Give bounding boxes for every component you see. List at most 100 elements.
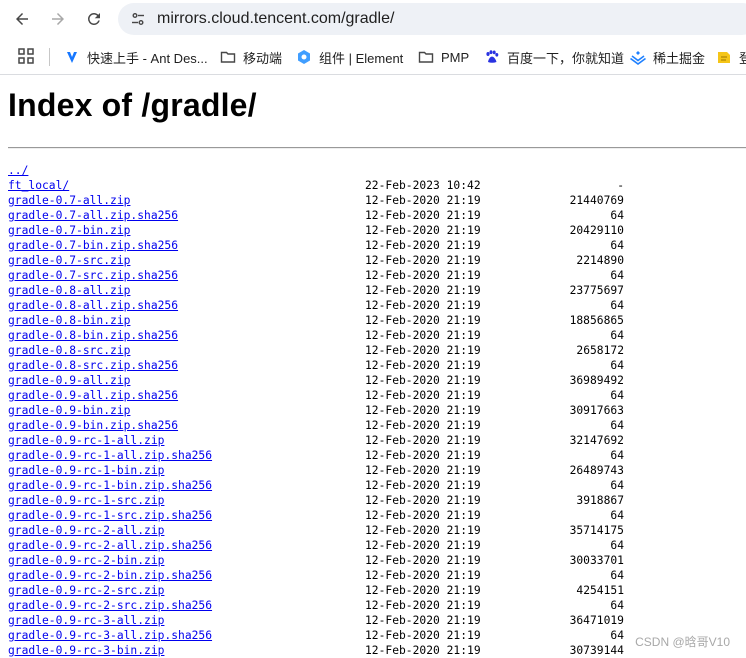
file-link[interactable]: gradle-0.9-rc-2-bin.zip.sha256 [8, 569, 212, 582]
file-size: 4254151 [576, 584, 624, 597]
file-link[interactable]: gradle-0.8-bin.zip.sha256 [8, 329, 178, 342]
bookmark-label: 组件 | Element [319, 50, 404, 66]
file-size: 64 [610, 209, 624, 222]
file-size: 64 [610, 449, 624, 462]
folder-icon [220, 49, 236, 65]
file-date: 12-Feb-2020 21:19 [365, 254, 481, 267]
file-link[interactable]: gradle-0.9-rc-3-bin.zip [8, 644, 164, 657]
file-date: 12-Feb-2020 21:19 [365, 554, 481, 567]
file-size: 18856865 [569, 314, 624, 327]
table-row: gradle-0.9-rc-1-src.zip.sha256 12-Feb-202… [8, 508, 746, 523]
file-link[interactable]: ../ [8, 164, 28, 177]
file-size: 64 [610, 359, 624, 372]
back-button[interactable] [9, 6, 35, 32]
file-link[interactable]: gradle-0.9-rc-2-all.zip.sha256 [8, 539, 212, 552]
file-link[interactable]: gradle-0.9-rc-2-all.zip [8, 524, 164, 537]
file-link[interactable]: gradle-0.9-rc-1-bin.zip [8, 464, 164, 477]
file-link[interactable]: gradle-0.9-rc-3-all.zip.sha256 [8, 629, 212, 642]
table-row: gradle-0.9-rc-2-src.zip 12-Feb-2020 21:19… [8, 583, 746, 598]
url-text: mirrors.cloud.tencent.com/gradle/ [157, 10, 394, 28]
file-link[interactable]: gradle-0.9-rc-1-src.zip [8, 494, 164, 507]
file-size: 64 [610, 569, 624, 582]
table-row: gradle-0.9-rc-2-src.zip.sha256 12-Feb-202… [8, 598, 746, 613]
table-row: gradle-0.8-all.zip 12-Feb-2020 21:19 23775… [8, 283, 746, 298]
file-link[interactable]: gradle-0.9-rc-1-bin.zip.sha256 [8, 479, 212, 492]
table-row: gradle-0.8-bin.zip.sha256 12-Feb-2020 21:… [8, 328, 746, 343]
bookmark-element[interactable]: 组件 | Element [296, 47, 403, 67]
file-link[interactable]: gradle-0.9-rc-1-all.zip.sha256 [8, 449, 212, 462]
file-link[interactable]: gradle-0.9-rc-2-src.zip [8, 584, 164, 597]
file-link[interactable]: gradle-0.7-all.zip [8, 194, 130, 207]
file-date: 12-Feb-2020 21:19 [365, 449, 481, 462]
watermark: CSDN @晗哥V10 [633, 633, 732, 650]
table-row: gradle-0.9-all.zip 12-Feb-2020 21:19 36989… [8, 373, 746, 388]
bookmark-ant-design[interactable]: 快速上手 - Ant Des... [64, 47, 208, 67]
file-date: 12-Feb-2020 21:19 [365, 584, 481, 597]
file-link[interactable]: gradle-0.7-src.zip.sha256 [8, 269, 178, 282]
arrow-right-icon [52, 13, 64, 25]
file-link[interactable]: gradle-0.8-bin.zip [8, 314, 130, 327]
file-link[interactable]: gradle-0.7-src.zip [8, 254, 130, 267]
table-row: gradle-0.7-bin.zip.sha256 12-Feb-2020 21:… [8, 238, 746, 253]
file-link[interactable]: gradle-0.9-bin.zip.sha256 [8, 419, 178, 432]
file-link[interactable]: gradle-0.9-rc-1-src.zip.sha256 [8, 509, 212, 522]
file-link[interactable]: gradle-0.9-rc-3-all.zip [8, 614, 164, 627]
file-date: 12-Feb-2020 21:19 [365, 434, 481, 447]
site-info-icon[interactable] [128, 9, 148, 29]
file-date: 12-Feb-2020 21:19 [365, 359, 481, 372]
bookmark-login[interactable]: 登 [716, 47, 746, 67]
address-bar[interactable]: mirrors.cloud.tencent.com/gradle/ [118, 3, 746, 35]
file-size: 36471019 [569, 614, 624, 627]
table-row: gradle-0.8-src.zip 12-Feb-2020 21:19 26581… [8, 343, 746, 358]
bookmarks-bar: 快速上手 - Ant Des... 移动端 组件 | Element PMP 百… [0, 40, 746, 75]
file-date: 12-Feb-2020 21:19 [365, 269, 481, 282]
table-row: gradle-0.9-bin.zip 12-Feb-2020 21:19 30917… [8, 403, 746, 418]
file-link[interactable]: gradle-0.7-bin.zip [8, 224, 130, 237]
file-size: 64 [610, 239, 624, 252]
forward-button[interactable] [45, 6, 71, 32]
file-link[interactable]: gradle-0.8-all.zip.sha256 [8, 299, 178, 312]
bookmark-baidu[interactable]: 百度一下，你就知道 [484, 47, 624, 67]
file-date: 12-Feb-2020 21:19 [365, 629, 481, 642]
file-date: 22-Feb-2023 10:42 [365, 179, 481, 192]
file-size: 35714175 [569, 524, 624, 537]
bookmark-juejin[interactable]: 稀土掘金 [630, 47, 705, 67]
file-link[interactable]: gradle-0.7-bin.zip.sha256 [8, 239, 178, 252]
file-link[interactable]: gradle-0.9-bin.zip [8, 404, 130, 417]
apps-grid-icon[interactable] [18, 48, 34, 64]
file-size: 30033701 [569, 554, 624, 567]
file-link[interactable]: gradle-0.8-src.zip [8, 344, 130, 357]
file-size: 64 [610, 629, 624, 642]
table-row: ../ [8, 163, 746, 178]
file-size: 32147692 [569, 434, 624, 447]
table-row: gradle-0.9-rc-1-all.zip.sha256 12-Feb-202… [8, 448, 746, 463]
file-link[interactable]: gradle-0.9-rc-2-src.zip.sha256 [8, 599, 212, 612]
file-link[interactable]: ft_local/ [8, 179, 69, 192]
file-date: 12-Feb-2020 21:19 [365, 569, 481, 582]
url-host: mirrors.cloud.tencent.com [157, 10, 342, 27]
file-date: 12-Feb-2020 21:19 [365, 479, 481, 492]
directory-listing: ../ft_local/22-Feb-2023 10:42- gradle-0.7… [8, 163, 746, 658]
file-size: 30917663 [569, 404, 624, 417]
bookmark-pmp[interactable]: PMP [418, 47, 469, 67]
table-row: gradle-0.8-src.zip.sha256 12-Feb-2020 21:… [8, 358, 746, 373]
file-link[interactable]: gradle-0.9-rc-2-bin.zip [8, 554, 164, 567]
file-link[interactable]: gradle-0.8-all.zip [8, 284, 130, 297]
bookmark-mobile[interactable]: 移动端 [220, 47, 282, 67]
file-link[interactable]: gradle-0.9-all.zip.sha256 [8, 389, 178, 402]
file-link[interactable]: gradle-0.8-src.zip.sha256 [8, 359, 178, 372]
table-row: gradle-0.9-rc-2-bin.zip.sha256 12-Feb-202… [8, 568, 746, 583]
table-row: ft_local/22-Feb-2023 10:42 - [8, 178, 746, 193]
bookmark-label: PMP [441, 49, 470, 65]
file-link[interactable]: gradle-0.7-all.zip.sha256 [8, 209, 178, 222]
reload-button[interactable] [81, 6, 107, 32]
table-row: gradle-0.9-all.zip.sha256 12-Feb-2020 21:… [8, 388, 746, 403]
baidu-icon [484, 49, 500, 65]
file-link[interactable]: gradle-0.9-rc-1-all.zip [8, 434, 164, 447]
file-date: 12-Feb-2020 21:19 [365, 614, 481, 627]
file-date: 12-Feb-2020 21:19 [365, 239, 481, 252]
table-row: gradle-0.9-rc-2-bin.zip 12-Feb-2020 21:19… [8, 553, 746, 568]
url-path: /gradle/ [341, 10, 395, 27]
file-link[interactable]: gradle-0.9-all.zip [8, 374, 130, 387]
bookmark-label: 百度一下，你就知道 [507, 50, 625, 66]
